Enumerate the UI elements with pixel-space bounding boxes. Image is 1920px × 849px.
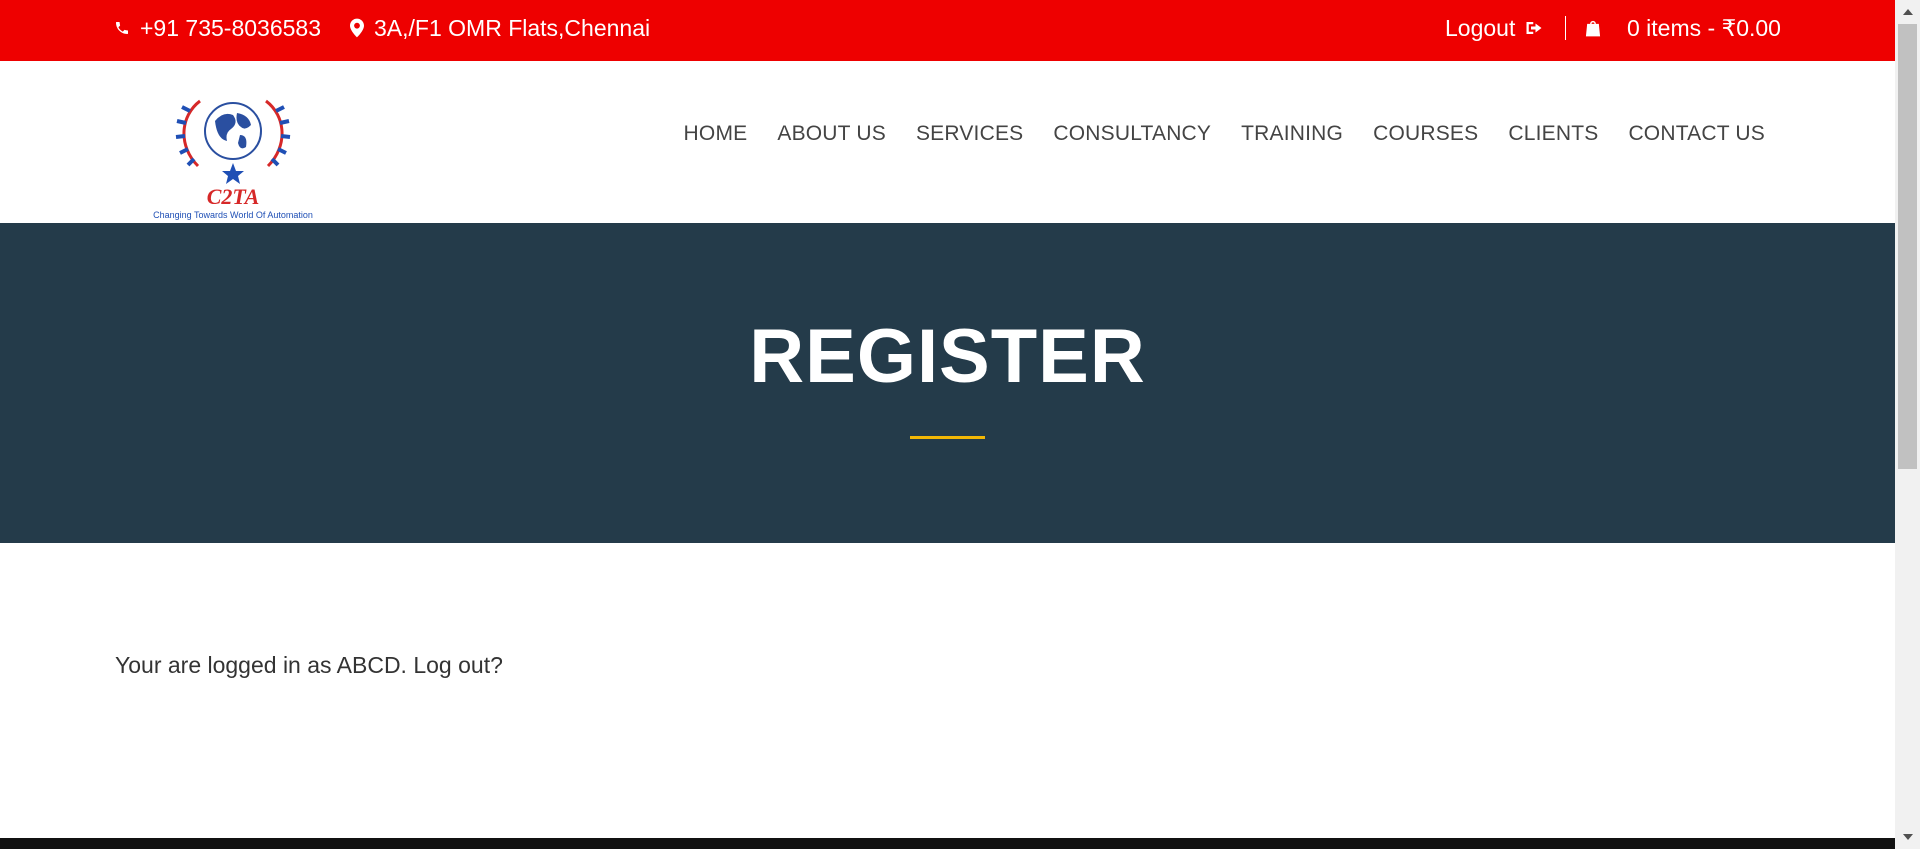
nav-item-contact-us[interactable]: CONTACT US [1628, 122, 1765, 146]
cart-link[interactable]: 0 items - ₹0.00 [1583, 0, 1781, 56]
address-text: 3A,/F1 OMR Flats,Chennai [374, 14, 651, 41]
laurel-right [265, 99, 291, 168]
cart-summary: 0 items - ₹0.00 [1627, 14, 1781, 41]
nav-item-courses[interactable]: COURSES [1373, 122, 1478, 146]
nav-item-consultancy[interactable]: CONSULTANCY [1053, 122, 1211, 146]
top-bar: +91 735-8036583 3A,/F1 OMR Flats,Chennai… [0, 0, 1895, 61]
star-icon [222, 163, 244, 184]
globe-icon [204, 102, 262, 160]
logo-tagline: Changing Towards World Of Automation [153, 210, 313, 220]
topbar-divider [1565, 16, 1566, 40]
scroll-down-arrow-icon[interactable] [1895, 827, 1920, 847]
login-status-message: Your are logged in as ABCD. Log out? [115, 652, 503, 679]
site-header: C2TA Changing Towards World Of Automatio… [0, 61, 1895, 223]
nav-item-home[interactable]: HOME [684, 122, 748, 146]
page-banner: REGISTER [0, 223, 1895, 543]
page-title: REGISTER [749, 314, 1146, 399]
laurel-left [175, 99, 201, 168]
login-status-text: Your are logged in as ABCD. [115, 652, 407, 678]
scroll-up-arrow-icon[interactable] [1895, 2, 1920, 22]
site-footer [0, 838, 1895, 849]
scrollbar-thumb[interactable] [1898, 24, 1917, 469]
page: +91 735-8036583 3A,/F1 OMR Flats,Chennai… [0, 0, 1895, 849]
site-logo[interactable]: C2TA Changing Towards World Of Automatio… [140, 91, 325, 221]
nav-item-about-us[interactable]: ABOUT US [777, 122, 886, 146]
nav-item-services[interactable]: SERVICES [916, 122, 1023, 146]
main-nav: HOME ABOUT US SERVICES CONSULTANCY TRAIN… [684, 61, 1765, 207]
map-marker-icon [350, 18, 364, 38]
phone-icon [114, 20, 130, 36]
title-underline [910, 436, 985, 439]
address-contact: 3A,/F1 OMR Flats,Chennai [350, 0, 650, 56]
nav-item-clients[interactable]: CLIENTS [1508, 122, 1598, 146]
logo-mark: C2TA [207, 184, 260, 209]
logout-label: Logout [1445, 14, 1516, 41]
phone-contact[interactable]: +91 735-8036583 [114, 0, 321, 56]
nav-item-training[interactable]: TRAINING [1241, 122, 1343, 146]
vertical-scrollbar[interactable] [1895, 0, 1920, 849]
logout-link[interactable]: Logout [1445, 0, 1543, 56]
logout-link-inline[interactable]: Log out? [413, 652, 503, 678]
phone-number: +91 735-8036583 [140, 14, 321, 41]
shopping-bag-icon [1583, 18, 1603, 38]
logout-icon [1525, 20, 1543, 36]
